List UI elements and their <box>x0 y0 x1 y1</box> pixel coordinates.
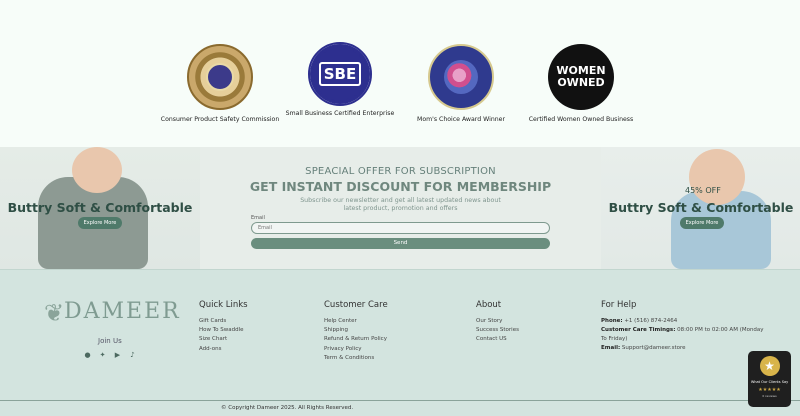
customer-care-title: Customer Care <box>324 300 388 310</box>
newsletter-heading: GET INSTANT DISCOUNT FOR MEMBERSHIP <box>249 179 552 194</box>
sbe-badge-icon: SBE <box>308 42 372 106</box>
about-column: About Our Story Success Stories Contact … <box>476 300 519 345</box>
copyright-text: © Copyright Dameer 2025. All Rights Rese… <box>221 405 354 411</box>
footer-brand-logo[interactable]: ❦ DAMEER <box>44 299 179 327</box>
reviews-widget[interactable]: ★ What Our Clients Say ★★★★★ 0 reviews <box>748 351 791 407</box>
newsletter-subtext: Subscribe our newsletter and get all lat… <box>300 197 501 212</box>
email-input[interactable] <box>251 222 550 234</box>
baby-face-image <box>689 149 745 205</box>
email-label: Email <box>251 215 265 221</box>
send-button[interactable]: Send <box>251 238 550 249</box>
customer-care-column: Customer Care Help Center Shipping Refun… <box>324 300 388 363</box>
footer-link-add-ons[interactable]: Add-ons <box>199 345 248 354</box>
newsletter-signup: SPEACIAL OFFER FOR SUBSCRIPTION GET INST… <box>200 147 601 269</box>
star-icon: ★ <box>759 356 780 376</box>
tiktok-icon[interactable]: ♪ <box>128 350 137 359</box>
timings-row: Customer Care Timings: 08:00 PM to 02:00… <box>601 327 764 342</box>
about-title: About <box>476 300 502 310</box>
footer-link-success-stories[interactable]: Success Stories <box>476 326 519 335</box>
rating-stars: ★★★★★ <box>758 387 781 393</box>
footer-link-help-center[interactable]: Help Center <box>324 317 388 326</box>
footer-link-terms[interactable]: Term & Conditions <box>324 354 388 363</box>
promo-banner-right: 45% OFF Buttry Soft & Comfortable Explor… <box>601 147 800 269</box>
footer-link-contact-us[interactable]: Contact US <box>476 335 519 344</box>
newsletter-kicker: SPEACIAL OFFER FOR SUBSCRIPTION <box>305 166 496 177</box>
footer-link-refund-policy[interactable]: Refund & Return Policy <box>324 335 388 344</box>
reviews-count: 0 reviews <box>762 394 777 398</box>
promo-right-title: Buttry Soft & Comfortable <box>608 200 794 215</box>
quick-links-column: Quick Links Gift Cards How To Swaddle Si… <box>199 300 248 354</box>
badge-caption: Consumer Product Safety Commission <box>160 116 280 123</box>
moms-choice-icon <box>428 44 494 110</box>
twitter-icon[interactable]: ✦ <box>98 350 107 359</box>
cpsc-seal-icon <box>187 44 253 110</box>
leaf-icon: ❦ <box>44 299 65 327</box>
footer-link-how-to-swaddle[interactable]: How To Swaddle <box>199 326 248 335</box>
footer-link-gift-cards[interactable]: Gift Cards <box>199 317 248 326</box>
email-row: Email: Support@dameer.store <box>601 345 686 351</box>
badge-caption: Certified Women Owned Business <box>528 116 634 123</box>
for-help-column: For Help Phone: +1 (516) 874-2464 Custom… <box>601 300 771 353</box>
sale-percentage: 45% OFF <box>685 186 721 195</box>
for-help-title: For Help <box>601 300 637 310</box>
baby-face-image <box>72 147 122 193</box>
explore-more-button-left[interactable]: Explore More <box>78 217 122 229</box>
join-us-label: Join Us <box>98 337 122 345</box>
footer-link-privacy-policy[interactable]: Privacy Policy <box>324 345 388 354</box>
footer-link-our-story[interactable]: Our Story <box>476 317 519 326</box>
certification-badges: Consumer Product Safety Commission SBE S… <box>0 0 800 147</box>
facebook-icon[interactable]: ● <box>83 350 92 359</box>
badge-women-owned: WOMEN OWNED Certified Women Owned Busines… <box>506 44 656 123</box>
reviews-widget-title: What Our Clients Say <box>750 380 789 384</box>
youtube-icon[interactable]: ▶ <box>113 350 122 359</box>
social-links: ● ✦ ▶ ♪ <box>83 350 137 359</box>
explore-more-button-right[interactable]: Explore More <box>680 217 724 229</box>
women-owned-icon: WOMEN OWNED <box>548 44 614 110</box>
promo-left-title: Buttry Soft & Comfortable <box>7 200 193 215</box>
support-email[interactable]: Support@dameer.store <box>622 345 686 351</box>
promo-banner-left: Buttry Soft & Comfortable Explore More <box>0 147 200 269</box>
footer-link-size-chart[interactable]: Size Chart <box>199 335 248 344</box>
phone-row: Phone: +1 (516) 874-2464 <box>601 318 678 324</box>
promo-section: Buttry Soft & Comfortable Explore More S… <box>0 147 800 269</box>
footer-link-shipping[interactable]: Shipping <box>324 326 388 335</box>
copyright-bar: © Copyright Dameer 2025. All Rights Rese… <box>0 400 800 416</box>
quick-links-title: Quick Links <box>199 300 248 310</box>
phone-number[interactable]: +1 (516) 874-2464 <box>624 318 677 324</box>
